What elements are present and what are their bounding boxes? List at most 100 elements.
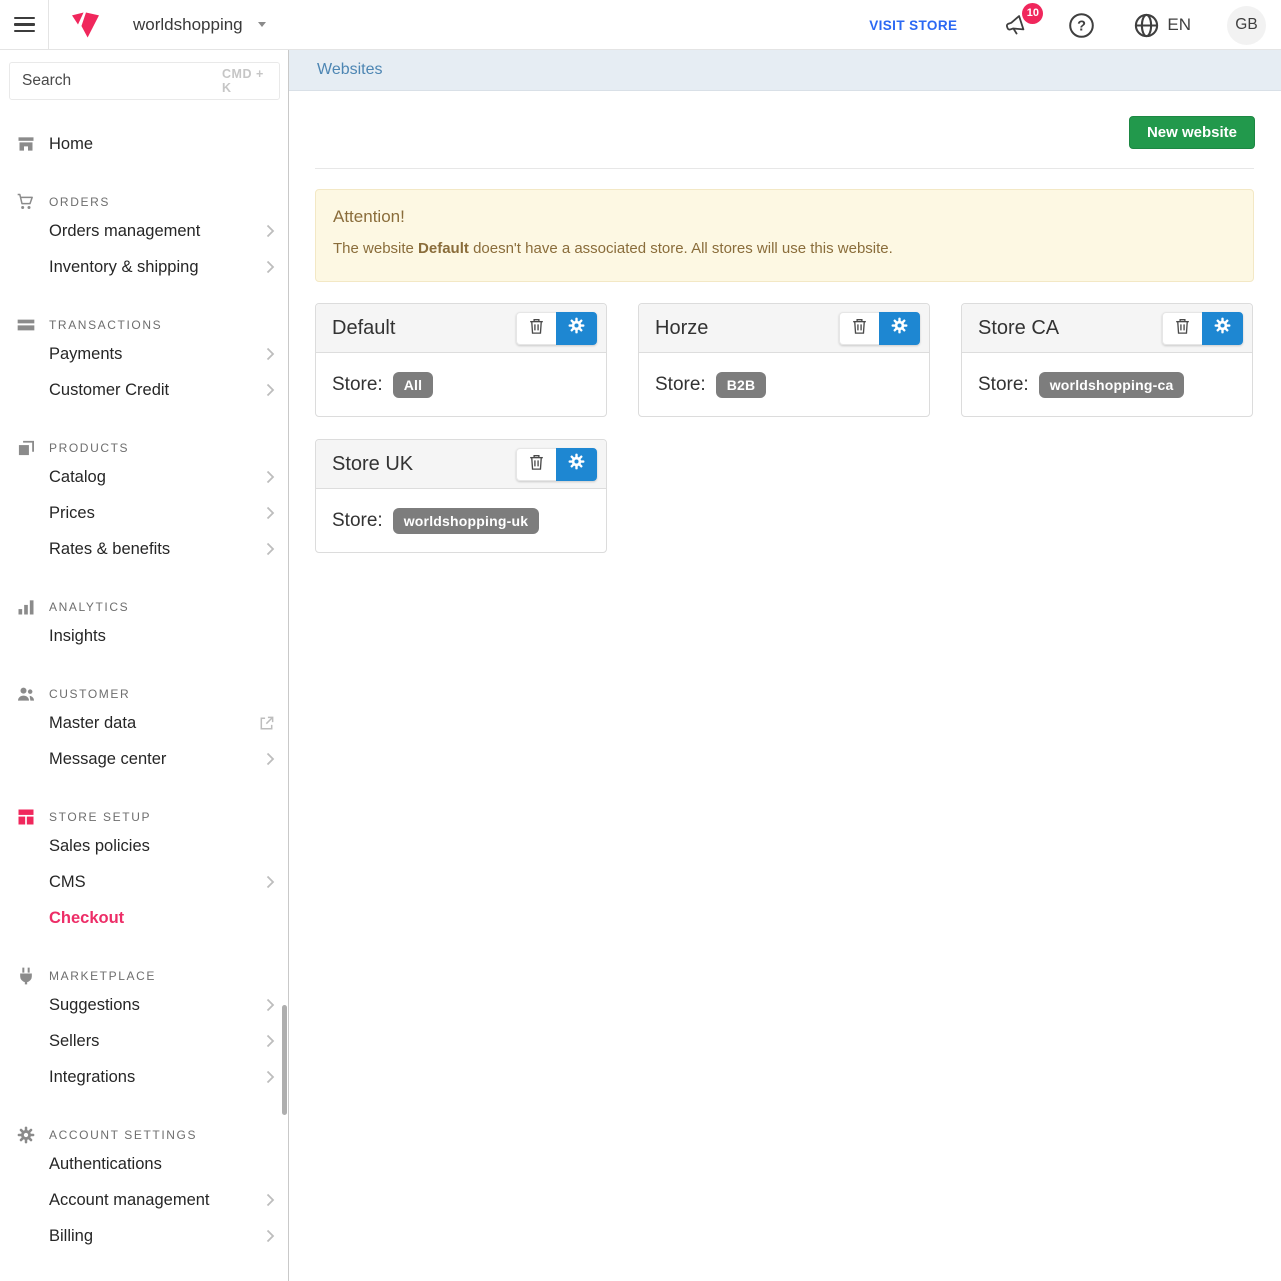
gear-icon: [1213, 316, 1232, 340]
sidebar-item-customer-credit[interactable]: Customer Credit: [0, 372, 288, 408]
sidebar-item-label: Home: [49, 135, 93, 154]
user-avatar[interactable]: GB: [1227, 6, 1266, 45]
sidebar-item-suggestions[interactable]: Suggestions: [0, 987, 288, 1023]
store-badge: worldshopping-ca: [1039, 372, 1185, 398]
trash-icon: [1173, 316, 1192, 341]
sidebar-item-label: Checkout: [49, 909, 124, 928]
sidebar-item-payments[interactable]: Payments: [0, 336, 288, 372]
websites-content: Attention! The website Default doesn't h…: [289, 169, 1281, 553]
sidebar-item-label: CMS: [49, 873, 86, 892]
delete-website-button[interactable]: [516, 448, 556, 481]
sidebar-item-label: Rates & benefits: [49, 540, 170, 559]
trash-icon: [527, 452, 546, 477]
website-card-horze: HorzeStore:B2B: [638, 303, 930, 417]
store-setup-icon: [16, 807, 36, 827]
chevron-right-icon: [266, 542, 275, 556]
sidebar-item-sales-policies[interactable]: Sales policies: [0, 828, 288, 864]
sidebar-item-billing[interactable]: Billing: [0, 1218, 288, 1254]
sidebar-section-transactions: TRANSACTIONS PaymentsCustomer Credit: [0, 314, 288, 408]
top-bar-actions: VISIT STORE 10 ?: [869, 0, 1281, 50]
delete-website-button[interactable]: [1162, 312, 1202, 345]
card-header: Default: [316, 304, 606, 353]
sidebar-section-products: PRODUCTSCatalogPricesRates & benefits: [0, 437, 288, 567]
sidebar-item-label: Master data: [49, 714, 136, 733]
sidebar-item-label: Insights: [49, 627, 106, 646]
card-actions: [516, 448, 597, 481]
sidebar-section-orders: ORDERS Orders management Inventory & shipp…: [0, 191, 288, 285]
website-card-store-uk: Store UK Store: worldshopping-uk: [315, 439, 607, 553]
sidebar-item-sellers[interactable]: Sellers: [0, 1023, 288, 1059]
configure-website-button[interactable]: [1202, 312, 1243, 345]
sidebar-search: CMD + K: [9, 62, 280, 100]
card-body: Store:All: [316, 353, 606, 416]
card-body: Store:B2B: [639, 353, 929, 416]
sidebar-item-home[interactable]: Home: [0, 126, 288, 162]
sidebar-item-label: Sales policies: [49, 837, 150, 856]
hamburger-menu-button[interactable]: [0, 0, 49, 49]
language-label: EN: [1167, 15, 1191, 35]
sidebar-item-inventory-shipping[interactable]: Inventory & shipping: [0, 249, 288, 285]
help-button[interactable]: ?: [1068, 12, 1095, 39]
sidebar-item-prices[interactable]: Prices: [0, 495, 288, 531]
sidebar-scrollbar-thumb[interactable]: [282, 1005, 287, 1115]
sidebar-item-rates-benefits[interactable]: Rates & benefits: [0, 531, 288, 567]
section-header-orders: ORDERS: [0, 191, 288, 213]
chevron-right-icon: [266, 383, 275, 397]
page-header: New website: [289, 91, 1281, 169]
sidebar-item-authentications[interactable]: Authentications: [0, 1146, 288, 1182]
section-label: ORDERS: [49, 195, 110, 209]
section-header-customer: CUSTOMER: [0, 683, 288, 705]
section-header-transactions: TRANSACTIONS: [0, 314, 288, 336]
section-header-store-setup: STORE SETUP: [0, 806, 288, 828]
notifications-button[interactable]: 10: [1003, 12, 1030, 39]
sidebar-item-master-data[interactable]: Master data: [0, 705, 288, 741]
section-header-analytics: ANALYTICS: [0, 596, 288, 618]
sidebar-item-integrations[interactable]: Integrations: [0, 1059, 288, 1095]
sidebar-item-label: Inventory & shipping: [49, 258, 199, 277]
visit-store-link[interactable]: VISIT STORE: [869, 18, 957, 33]
chevron-right-icon: [266, 506, 275, 520]
website-title: Store UK: [332, 453, 516, 476]
configure-website-button[interactable]: [556, 448, 597, 481]
sidebar-item-insights[interactable]: Insights: [0, 618, 288, 654]
chevron-right-icon: [266, 1193, 275, 1207]
sidebar-nav: ORDERS Orders management Inventory & shipp…: [0, 191, 288, 1254]
chevron-down-icon: [258, 22, 266, 27]
sidebar-item-checkout[interactable]: Checkout: [0, 900, 288, 936]
breadcrumb-websites[interactable]: Websites: [317, 61, 383, 79]
chevron-right-icon: [266, 875, 275, 889]
sidebar-section-customer: CUSTOMER Master data Message center: [0, 683, 288, 777]
search-input[interactable]: [10, 72, 222, 90]
attention-alert: Attention! The website Default doesn't h…: [315, 189, 1254, 282]
chevron-right-icon: [266, 998, 275, 1012]
sidebar-item-account-management[interactable]: Account management: [0, 1182, 288, 1218]
sidebar-section-marketplace: MARKETPLACESuggestionsSellersIntegration…: [0, 965, 288, 1095]
chevron-right-icon: [266, 1070, 275, 1084]
store-label: Store:: [978, 374, 1029, 396]
delete-website-button[interactable]: [516, 312, 556, 345]
language-selector[interactable]: EN: [1133, 12, 1191, 39]
sidebar-item-cms[interactable]: CMS: [0, 864, 288, 900]
sidebar-item-label: Integrations: [49, 1068, 135, 1087]
alert-text: The website Default doesn't have a assoc…: [333, 240, 1236, 257]
store-label: Store:: [332, 510, 383, 532]
section-label: TRANSACTIONS: [49, 318, 162, 332]
delete-website-button[interactable]: [839, 312, 879, 345]
configure-website-button[interactable]: [879, 312, 920, 345]
gear-icon: [890, 316, 909, 340]
new-website-button[interactable]: New website: [1129, 116, 1255, 149]
store-badge: worldshopping-uk: [393, 508, 540, 534]
configure-website-button[interactable]: [556, 312, 597, 345]
sidebar-section-account-settings: ACCOUNT SETTINGSAuthenticationsAccount m…: [0, 1124, 288, 1254]
alert-title: Attention!: [333, 207, 1236, 227]
gear-icon: [567, 452, 586, 476]
sidebar-item-message-center[interactable]: Message center: [0, 741, 288, 777]
sidebar-item-orders-management[interactable]: Orders management: [0, 213, 288, 249]
store-badge: B2B: [716, 372, 767, 398]
store-badge: All: [393, 372, 434, 398]
sidebar-item-catalog[interactable]: Catalog: [0, 459, 288, 495]
alert-text-after: doesn't have a associated store. All sto…: [473, 240, 893, 257]
brand-switcher[interactable]: worldshopping: [71, 12, 266, 38]
card-actions: [516, 312, 597, 345]
brand-name: worldshopping: [133, 15, 243, 35]
